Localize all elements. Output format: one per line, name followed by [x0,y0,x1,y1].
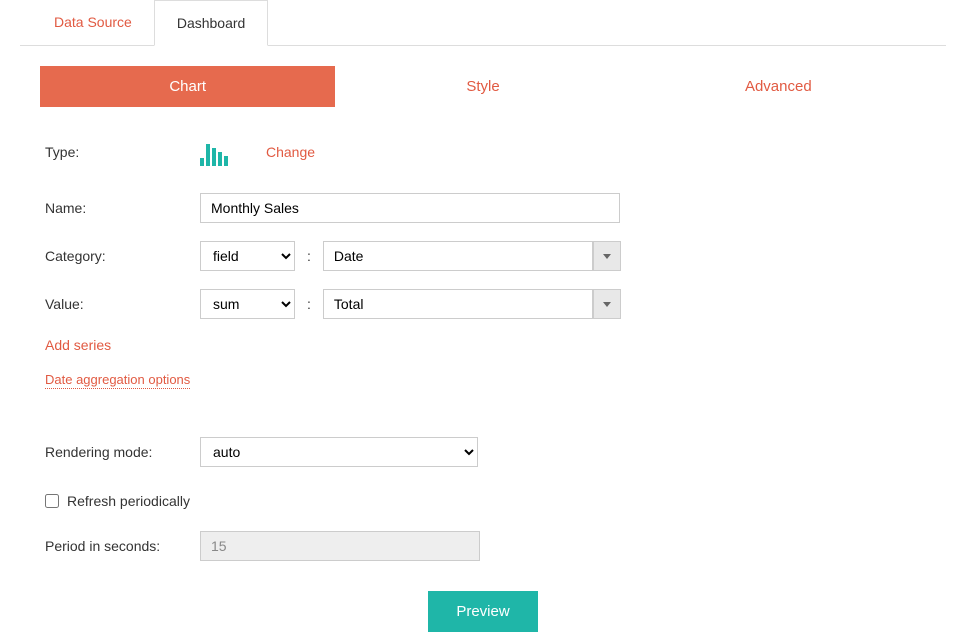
label-rendering-mode: Rendering mode: [45,444,200,460]
category-field-input[interactable] [323,241,593,271]
value-field-combo [323,289,621,319]
form-area: Type: Change Name: Category: field : [0,107,966,632]
rendering-mode-select[interactable]: auto [200,437,478,467]
preview-button[interactable]: Preview [428,591,537,632]
row-type: Type: Change [45,137,921,167]
row-rendering-mode: Rendering mode: auto [45,437,921,467]
label-name: Name: [45,200,200,216]
date-aggregation-link[interactable]: Date aggregation options [45,372,190,389]
period-input[interactable] [200,531,480,561]
category-field-dropdown-button[interactable] [593,241,621,271]
category-mode-select[interactable]: field [200,241,295,271]
row-add-series: Add series [45,337,921,353]
label-value: Value: [45,296,200,312]
label-refresh: Refresh periodically [67,493,190,509]
row-category: Category: field : [45,241,921,271]
colon-separator: : [303,248,315,264]
refresh-checkbox[interactable] [45,494,59,508]
value-field-input[interactable] [323,289,593,319]
subtab-advanced[interactable]: Advanced [631,66,926,107]
change-link[interactable]: Change [266,144,315,160]
tab-data-source[interactable]: Data Source [32,0,154,45]
name-input[interactable] [200,193,620,223]
subtab-chart[interactable]: Chart [40,66,335,107]
row-name: Name: [45,193,921,223]
bar-chart-icon [200,138,228,166]
add-series-link[interactable]: Add series [45,337,111,353]
label-type: Type: [45,144,200,160]
value-field-dropdown-button[interactable] [593,289,621,319]
label-period: Period in seconds: [45,538,200,554]
top-tabs: Data Source Dashboard [20,0,946,46]
tab-dashboard[interactable]: Dashboard [154,0,269,46]
row-period: Period in seconds: [45,531,921,561]
subtab-style[interactable]: Style [335,66,630,107]
category-field-combo [323,241,621,271]
sub-tabs: Chart Style Advanced [40,66,926,107]
row-value: Value: sum : [45,289,921,319]
colon-separator: : [303,296,315,312]
row-date-agg: Date aggregation options [45,371,921,389]
row-refresh: Refresh periodically [45,493,921,509]
value-mode-select[interactable]: sum [200,289,295,319]
label-category: Category: [45,248,200,264]
